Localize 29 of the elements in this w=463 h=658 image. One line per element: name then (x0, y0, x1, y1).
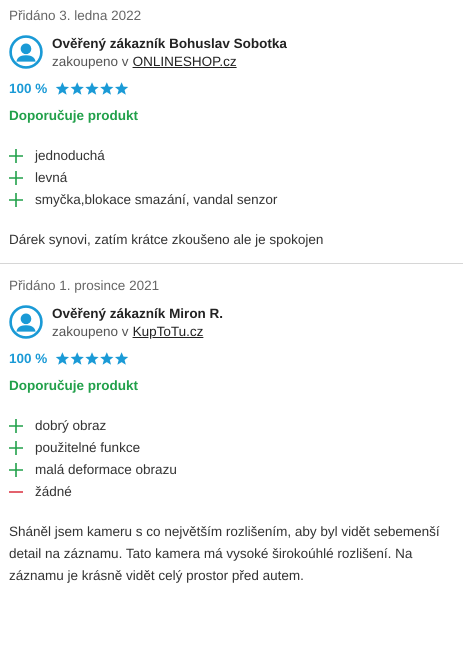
review-date: Přidáno 3. ledna 2022 (9, 8, 142, 23)
pro-item: malá deformace obrazu (35, 461, 177, 479)
plus-icon (9, 193, 23, 207)
purchase-label: zakoupeno v (52, 324, 129, 338)
pro-item: levná (35, 169, 68, 187)
review-date: Přidáno 1. prosince 2021 (9, 278, 160, 293)
plus-icon (9, 171, 23, 185)
user-avatar-icon (9, 305, 43, 339)
review-text: Sháněl jsem kameru s co největším rozlišením, aby byl vidět sebemenší detail na záznamu. Tato kamera má vysoké širokoúhlé rozlišení. Na záznamu je krásně vidět celý prostor před autem. (9, 523, 441, 585)
pro-item: smyčka,blokace smazání, vandal senzor (35, 191, 278, 209)
rating-percent: 100 % (9, 81, 48, 96)
con-item: žádné (35, 483, 72, 501)
shop-link[interactable]: KupToTu.cz (132, 324, 204, 338)
reviewer-name: Ověřený zákazník Miron R. (52, 306, 224, 320)
shop-link[interactable]: ONLINESHOP.cz (132, 54, 237, 68)
plus-icon (9, 463, 23, 477)
plus-icon (9, 419, 23, 433)
recommendation-label: Doporučuje produkt (9, 108, 139, 123)
user-avatar-icon (9, 35, 43, 69)
reviewer-name: Ověřený zákazník Bohuslav Sobotka (52, 36, 287, 50)
review-text: Dárek synovi, zatím krátce zkoušeno ale je spokojen (9, 231, 324, 249)
purchase-label: zakoupeno v (52, 54, 129, 68)
plus-icon (9, 441, 23, 455)
plus-icon (9, 149, 23, 163)
rating-percent: 100 % (9, 351, 48, 366)
pro-item: použitelné funkce (35, 439, 140, 457)
pro-item: jednoduchá (35, 147, 105, 165)
pro-item: dobrý obraz (35, 417, 106, 435)
recommendation-label: Doporučuje produkt (9, 378, 139, 393)
